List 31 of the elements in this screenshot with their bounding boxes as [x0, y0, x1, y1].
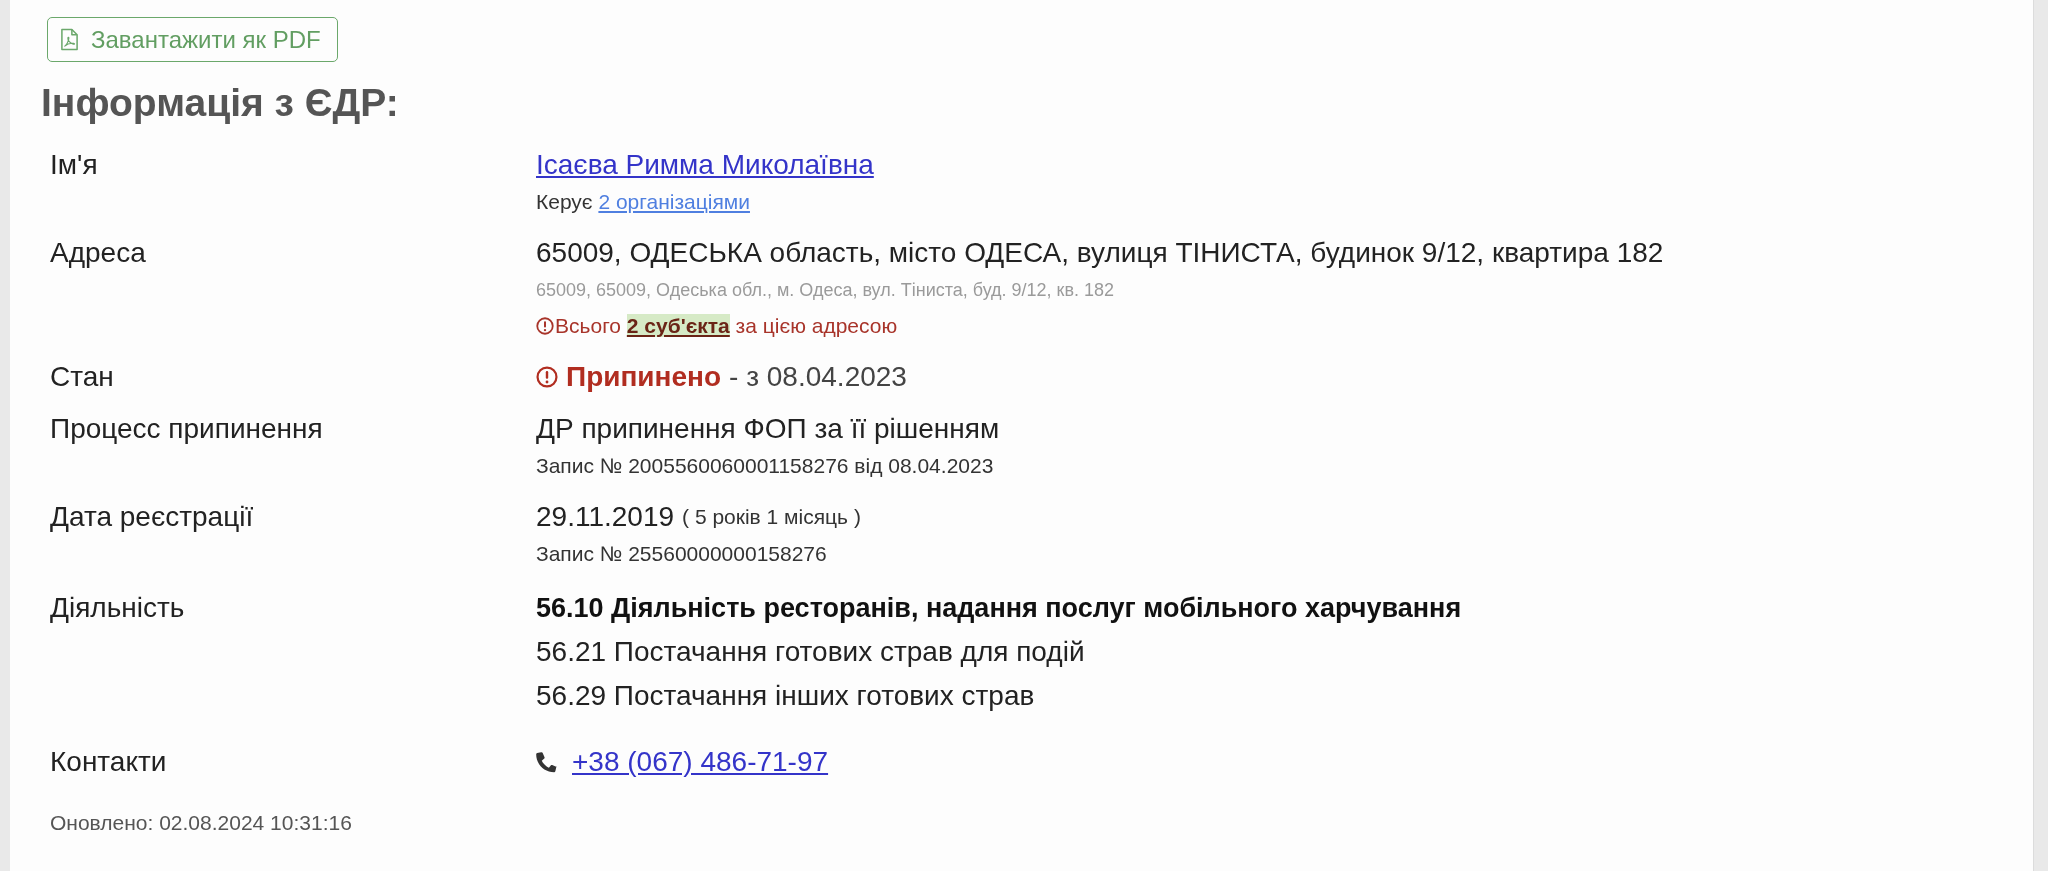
- alert-icon: [536, 317, 554, 335]
- field-label: Контакти: [50, 745, 168, 779]
- field-label: Дата реєстрації: [50, 500, 255, 534]
- field-label: Стан: [50, 360, 115, 394]
- subjects-link[interactable]: 2 суб'єкта: [626, 314, 730, 337]
- record-number: Запис № 2005560060001158276 від 08.04.2023: [536, 453, 994, 479]
- activity-text: 56.29 Постачання інших готових страв: [536, 680, 1035, 711]
- address-alt-text: 65009, 65009, Одеська обл., м. Одеса, вул. Тіниста, буд. 9/12, кв. 182: [536, 279, 1115, 302]
- phone-link[interactable]: +38 (067) 486-71-97: [572, 743, 829, 781]
- registration-date: 29.11.2019: [536, 500, 675, 534]
- address-warning: Всього 2 суб'єкта за цією адресою: [555, 313, 898, 339]
- status-date: - з 08.04.2023: [729, 360, 907, 394]
- record-number: Запис № 25560000000158276: [536, 541, 827, 567]
- pdf-file-icon: [60, 28, 79, 51]
- section-title: Інформація з ЄДР:: [41, 80, 400, 126]
- alert-icon: [536, 366, 558, 388]
- status-text: Припинено: [566, 360, 722, 394]
- process-text: ДР припинення ФОП за її рішенням: [536, 412, 1000, 446]
- registration-age: ( 5 років 1 місяць ): [682, 504, 861, 530]
- field-label: Адреса: [50, 236, 147, 270]
- person-name-link[interactable]: Ісаєва Римма Миколаївна: [536, 146, 874, 184]
- activity-text: 56.10 Діяльність ресторанів, надання послуг мобільного харчування: [536, 593, 1462, 623]
- field-label: Діяльність: [50, 591, 186, 625]
- updated-time: Оновлено: 02.08.2024 10:31:16: [50, 810, 353, 836]
- organizations-note: Керує 2 організаціями: [536, 189, 750, 215]
- activity-text: 56.21 Постачання готових страв для подій: [536, 636, 1085, 667]
- address-text: 65009, ОДЕСЬКА область, місто ОДЕСА, вулиця ТІНИСТА, будинок 9/12, квартира 182: [536, 236, 1664, 270]
- organizations-link[interactable]: 2 організаціями: [598, 190, 750, 213]
- phone-icon: [536, 751, 558, 773]
- field-label: Ім'я: [50, 148, 99, 182]
- field-label: Процесс припинення: [50, 412, 324, 446]
